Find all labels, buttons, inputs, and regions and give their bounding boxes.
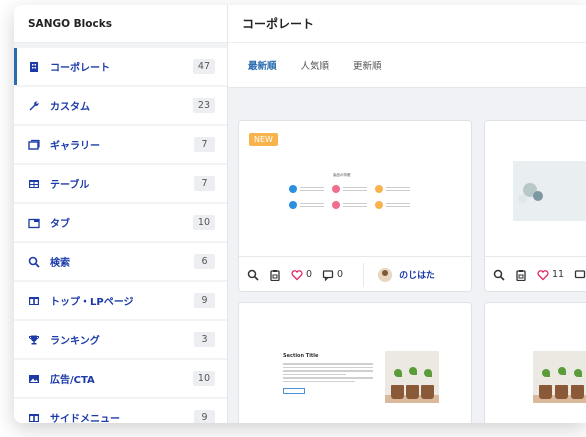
avatar [378, 267, 393, 282]
sidebar-item-tab[interactable]: タブ 10 [14, 204, 227, 241]
preview-image [513, 161, 586, 221]
preview-button[interactable] [493, 269, 505, 281]
gallery-icon [28, 139, 40, 151]
count-badge: 10 [192, 215, 215, 230]
preview-title: Section Title [283, 353, 319, 359]
sidebar-item-label: トップ・LPページ [50, 297, 134, 308]
building-icon [28, 61, 40, 73]
table-icon [28, 178, 40, 190]
block-card[interactable]: Section Title [238, 302, 472, 423]
comment-icon [322, 269, 334, 281]
count-badge: 9 [194, 293, 215, 308]
block-card[interactable]: NEW 製品の特徴 0 0 のじはた [238, 120, 472, 292]
clipboard-icon [516, 269, 526, 281]
comment-icon [574, 269, 586, 278]
comment-button[interactable]: 0 [322, 269, 343, 281]
tab-newest[interactable]: 最新順 [248, 58, 277, 72]
layout-icon [28, 295, 40, 307]
card-actions: 0 0 のじはた [239, 256, 471, 291]
count-badge: 7 [194, 176, 215, 191]
author-link[interactable]: のじはた [363, 262, 435, 287]
main-content: コーポレート 最新順 人気順 更新順 NEW 製品の特徴 0 0 のじはた 11… [228, 5, 586, 423]
sidebar-item-label: ランキング [50, 336, 100, 347]
sidebar-item-label: テーブル [50, 180, 90, 191]
author-name: のじはた [399, 271, 435, 281]
sidebar-item-label: 検索 [50, 258, 70, 269]
tab-popular[interactable]: 人気順 [301, 58, 330, 72]
comment-count: 0 [337, 269, 344, 280]
count-badge: 47 [192, 59, 215, 74]
preview-button[interactable] [247, 269, 259, 281]
brand-title: SANGO Blocks [14, 5, 227, 43]
sidebar-item-label: タブ [50, 219, 70, 230]
search-icon [493, 269, 505, 281]
sidebar-item-ranking[interactable]: ランキング 3 [14, 321, 227, 358]
card-thumbnail[interactable] [485, 303, 586, 423]
sidebar-item-label: サイドメニュー [50, 414, 120, 423]
sidebar-item-corporate[interactable]: コーポレート 47 [14, 48, 227, 85]
sidebar-item-custom[interactable]: カスタム 23 [14, 87, 227, 124]
copy-button[interactable] [269, 269, 281, 281]
sort-tabs: 最新順 人気順 更新順 [228, 43, 586, 88]
preview-features [289, 185, 410, 193]
sidebar-item-top-lp[interactable]: トップ・LPページ 9 [14, 282, 227, 319]
count-badge: 23 [192, 98, 215, 113]
count-badge: 10 [192, 371, 215, 386]
plant-image [385, 351, 439, 403]
count-badge: 7 [194, 137, 215, 152]
like-count: 0 [306, 269, 313, 280]
sidebar-item-search[interactable]: 検索 6 [14, 243, 227, 280]
card-thumbnail[interactable]: NEW 製品の特徴 [239, 121, 471, 256]
card-thumbnail[interactable]: Section Title [239, 303, 471, 423]
count-badge: 9 [194, 410, 215, 423]
sidebar-item-label: ギャラリー [50, 141, 100, 152]
new-badge: NEW [249, 133, 278, 146]
card-actions: 11 [485, 256, 586, 291]
clipboard-icon [270, 269, 280, 281]
heart-icon [537, 269, 549, 280]
search-icon [247, 269, 259, 281]
sidebar-item-table[interactable]: テーブル 7 [14, 165, 227, 202]
count-badge: 3 [194, 332, 215, 347]
block-card[interactable] [484, 302, 586, 423]
layout-icon [28, 412, 40, 424]
heart-icon [291, 269, 303, 280]
sidebar-item-label: コーポレート [50, 63, 110, 74]
tab-icon [28, 217, 40, 229]
sidebar-item-side-menu[interactable]: サイドメニュー 9 [14, 399, 227, 423]
count-badge: 6 [194, 254, 215, 269]
copy-button[interactable] [515, 269, 527, 281]
trophy-icon [28, 334, 40, 346]
tab-updated[interactable]: 更新順 [353, 58, 382, 72]
preview-features [289, 201, 410, 209]
image-icon [28, 373, 40, 385]
comment-button[interactable] [574, 269, 586, 281]
block-card[interactable]: 11 [484, 120, 586, 292]
sidebar-item-label: カスタム [50, 102, 90, 113]
like-button[interactable]: 0 [291, 269, 312, 281]
like-count: 11 [552, 269, 565, 280]
preview-title: 製品の特徴 [333, 173, 351, 177]
search-icon [28, 256, 40, 268]
app-window: SANGO Blocks コーポレート 47 カスタム 23 ギャラリー 7 テ… [14, 5, 586, 423]
sidebar-item-ad-cta[interactable]: 広告/CTA 10 [14, 360, 227, 397]
card-thumbnail[interactable] [485, 121, 586, 256]
sidebar-item-gallery[interactable]: ギャラリー 7 [14, 126, 227, 163]
plant-image [533, 351, 586, 403]
sidebar-item-label: 広告/CTA [50, 375, 95, 386]
preview-text-block: Section Title [283, 353, 373, 394]
like-button[interactable]: 11 [537, 269, 564, 281]
page-title: コーポレート [228, 5, 586, 43]
wrench-icon [28, 100, 40, 112]
sidebar: SANGO Blocks コーポレート 47 カスタム 23 ギャラリー 7 テ… [14, 5, 228, 423]
